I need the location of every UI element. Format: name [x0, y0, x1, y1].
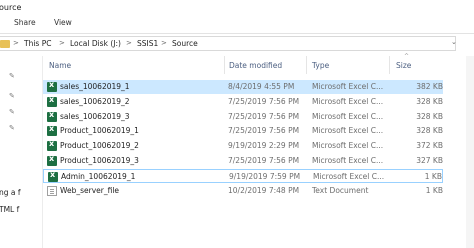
file-size: 1 KB	[424, 171, 442, 181]
file-row[interactable]: Admin_10062019_1 9/19/2019 7:59 PM Microso…	[43, 168, 443, 183]
file-type: Microsoft Excel C...	[312, 141, 384, 151]
file-date-modified: 7/25/2019 7:56 PM	[228, 111, 300, 121]
file-date-modified: 9/19/2019 2:29 PM	[228, 141, 300, 151]
file-type: Microsoft Excel C...	[312, 156, 384, 165]
file-date-modified: 7/25/2019 7:56 PM	[228, 126, 300, 136]
window-title: ource	[0, 3, 22, 12]
file-size: 328 KB	[416, 96, 443, 106]
file-type: Microsoft Excel C...	[312, 96, 384, 106]
sort-caret-icon: ^	[404, 53, 410, 60]
nav-item-truncated[interactable]: TML f	[0, 205, 19, 214]
column-divider[interactable]	[389, 56, 390, 74]
file-name: Product_10062019_2	[60, 141, 139, 151]
file-size: 1 KB	[425, 185, 443, 195]
file-row[interactable]: Product_10062019_3 7/25/2019 7:56 PM Micro…	[43, 154, 443, 168]
file-date-modified: 9/19/2019 7:59 PM	[229, 171, 301, 181]
column-divider[interactable]	[224, 56, 225, 74]
file-size: 328 KB	[416, 111, 443, 121]
file-row[interactable]: Product_10062019_1 7/25/2019 7:56 PM Micro…	[43, 124, 443, 138]
file-date-modified: 8/4/2019 4:55 PM	[228, 82, 295, 91]
file-name: Product_10062019_1	[60, 126, 139, 136]
file-name: Product_10062019_3	[60, 156, 139, 165]
excel-csv-icon	[47, 124, 57, 137]
file-type: Microsoft Excel C...	[313, 171, 385, 181]
file-name: sales_10062019_3	[60, 111, 130, 121]
file-size: 327 KB	[416, 156, 443, 165]
file-type: Microsoft Excel C...	[312, 111, 384, 121]
excel-csv-icon	[47, 154, 57, 166]
excel-csv-icon	[48, 170, 58, 182]
breadcrumb-separator[interactable]: >	[59, 39, 65, 47]
pin-icon[interactable]: ✎	[9, 124, 15, 132]
file-row[interactable]: sales_10062019_3 7/25/2019 7:56 PM Microso…	[43, 110, 443, 124]
breadcrumb-separator[interactable]: >	[126, 39, 132, 47]
file-type: Text Document	[312, 185, 369, 195]
ribbon-tab-share[interactable]: Share	[14, 18, 36, 27]
breadcrumb-source[interactable]: Source	[172, 39, 198, 48]
file-row[interactable]: sales_10062019_1 8/4/2019 4:55 PM Microsof…	[43, 80, 443, 94]
file-type: Microsoft Excel C...	[312, 126, 384, 136]
breadcrumb-local-disk[interactable]: Local Disk (J:)	[70, 39, 121, 48]
file-row[interactable]: Web_server_file 10/2/2019 7:48 PM Text Doc…	[43, 184, 443, 198]
file-name: Admin_10062019_1	[61, 171, 136, 181]
column-header-size[interactable]: Size	[396, 61, 411, 70]
file-date-modified: 7/25/2019 7:56 PM	[228, 156, 300, 165]
file-date-modified: 7/25/2019 7:56 PM	[228, 96, 300, 106]
file-size: 328 KB	[416, 126, 443, 136]
file-size: 372 KB	[416, 141, 443, 151]
column-header-name[interactable]: Name	[49, 61, 71, 70]
file-name: sales_10062019_1	[60, 82, 130, 91]
pin-icon[interactable]: ✎	[9, 92, 15, 100]
breadcrumb-ssis1[interactable]: SSIS1	[137, 39, 158, 48]
excel-csv-icon	[47, 95, 57, 107]
address-bar[interactable]	[0, 36, 456, 51]
ribbon-tab-view[interactable]: View	[54, 18, 72, 27]
file-name: sales_10062019_2	[60, 96, 130, 106]
pin-icon[interactable]: ✎	[9, 72, 15, 80]
breadcrumb-separator[interactable]: >	[13, 39, 19, 47]
text-document-icon	[47, 185, 57, 196]
chevron-down-icon[interactable]: ⌄	[451, 38, 457, 46]
breadcrumb-this-pc[interactable]: This PC	[24, 39, 51, 48]
excel-csv-icon	[47, 139, 57, 152]
file-size: 382 KB	[416, 82, 443, 91]
file-type: Microsoft Excel C...	[312, 82, 384, 91]
excel-csv-icon	[47, 110, 57, 122]
file-row[interactable]: sales_10062019_2 7/25/2019 7:56 PM Microso…	[43, 95, 443, 109]
excel-csv-icon	[47, 80, 57, 92]
folder-icon	[0, 40, 10, 48]
ribbon-divider	[0, 33, 474, 34]
file-date-modified: 10/2/2019 7:48 PM	[228, 185, 300, 195]
vertical-scrollbar[interactable]	[466, 56, 474, 248]
column-divider[interactable]	[306, 56, 307, 74]
column-header-date[interactable]: Date modified	[229, 61, 282, 70]
pin-icon[interactable]: ✎	[9, 108, 15, 116]
nav-item-truncated[interactable]: ng a f	[0, 188, 21, 197]
file-row[interactable]: Product_10062019_2 9/19/2019 2:29 PM Micro…	[43, 139, 443, 153]
breadcrumb-separator[interactable]: >	[161, 39, 167, 47]
file-name: Web_server_file	[60, 185, 120, 195]
column-header-type[interactable]: Type	[312, 61, 329, 70]
